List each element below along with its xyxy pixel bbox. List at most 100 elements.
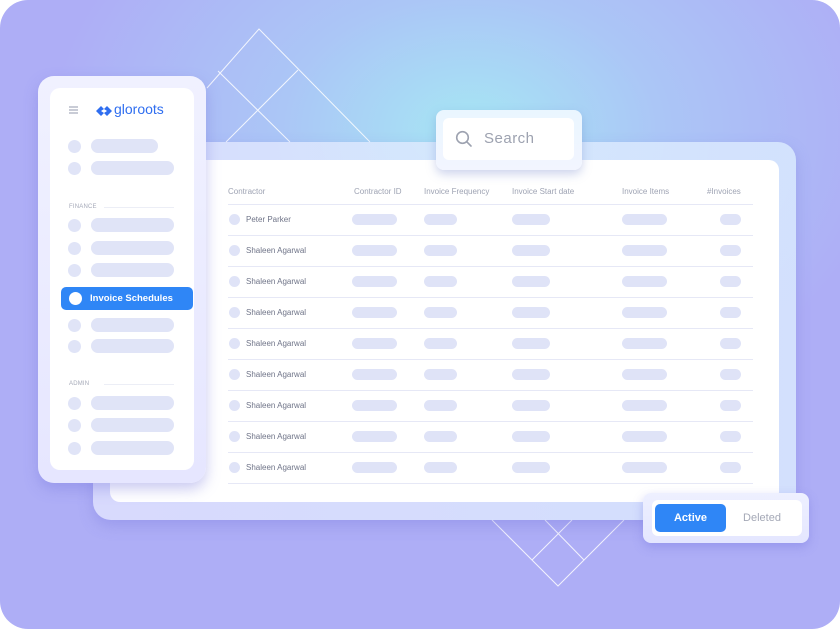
invoice-start-date-placeholder	[512, 276, 550, 287]
invoice-items-placeholder	[622, 307, 667, 318]
invoices-count-placeholder	[720, 431, 741, 442]
contractor-avatar	[229, 431, 240, 442]
sidebar-item-placeholder[interactable]	[91, 418, 174, 432]
contractor-name[interactable]: Shaleen Agarwal	[246, 463, 306, 472]
invoices-count-placeholder	[720, 338, 741, 349]
active-tab-button[interactable]: Active	[655, 504, 726, 532]
invoice-frequency-placeholder	[424, 214, 457, 225]
contractor-name[interactable]: Shaleen Agarwal	[246, 246, 306, 255]
sidebar-item-invoice-schedules[interactable]: Invoice Schedules	[61, 287, 193, 310]
sidebar-item-placeholder[interactable]	[91, 339, 174, 353]
hamburger-menu-icon[interactable]	[69, 106, 78, 114]
column-header-contractor-id[interactable]: Contractor ID	[354, 187, 402, 196]
table-row[interactable]: Shaleen Agarwal	[228, 329, 753, 360]
contractor-name[interactable]: Shaleen Agarwal	[246, 370, 306, 379]
contractor-avatar	[229, 307, 240, 318]
sidebar-item-icon[interactable]	[68, 140, 81, 153]
search-placeholder: Search	[484, 130, 535, 147]
sidebar-item-icon[interactable]	[68, 219, 81, 232]
invoice-items-placeholder	[622, 214, 667, 225]
table-row[interactable]: Shaleen Agarwal	[228, 422, 753, 453]
invoice-frequency-placeholder	[424, 369, 457, 380]
sidebar-item-icon[interactable]	[68, 162, 81, 175]
sidebar-item-placeholder[interactable]	[91, 318, 174, 332]
brand-name: gloroots	[114, 101, 164, 117]
sidebar-item-icon[interactable]	[68, 319, 81, 332]
contractor-name[interactable]: Shaleen Agarwal	[246, 308, 306, 317]
contractor-id-placeholder	[352, 462, 397, 473]
deleted-tab-button[interactable]: Deleted	[727, 504, 797, 532]
sidebar-item-icon[interactable]	[68, 419, 81, 432]
sidebar-item-placeholder[interactable]	[91, 441, 174, 455]
sidebar-item-icon[interactable]	[68, 442, 81, 455]
invoice-start-date-placeholder	[512, 369, 550, 380]
invoice-schedules-table: Contractor Contractor ID Invoice Frequen…	[228, 182, 753, 484]
column-header-invoice-frequency[interactable]: Invoice Frequency	[424, 187, 489, 196]
invoice-frequency-placeholder	[424, 245, 457, 256]
sidebar-item-placeholder[interactable]	[91, 263, 174, 277]
invoice-items-placeholder	[622, 431, 667, 442]
contractor-name[interactable]: Shaleen Agarwal	[246, 401, 306, 410]
sidebar-item-icon[interactable]	[68, 264, 81, 277]
contractor-id-placeholder	[352, 245, 397, 256]
invoice-items-placeholder	[622, 369, 667, 380]
table-row[interactable]: Peter Parker	[228, 205, 753, 236]
contractor-id-placeholder	[352, 431, 397, 442]
table-row[interactable]: Shaleen Agarwal	[228, 267, 753, 298]
sidebar-section-admin: ADMIN	[69, 381, 90, 387]
invoices-count-placeholder	[720, 245, 741, 256]
invoices-count-placeholder	[720, 307, 741, 318]
contractor-name[interactable]: Shaleen Agarwal	[246, 432, 306, 441]
sidebar-item-icon[interactable]	[68, 340, 81, 353]
invoice-start-date-placeholder	[512, 338, 550, 349]
invoice-frequency-placeholder	[424, 431, 457, 442]
table-row[interactable]: Shaleen Agarwal	[228, 236, 753, 267]
contractor-id-placeholder	[352, 338, 397, 349]
invoice-start-date-placeholder	[512, 400, 550, 411]
contractor-id-placeholder	[352, 276, 397, 287]
invoice-frequency-placeholder	[424, 276, 457, 287]
invoice-start-date-placeholder	[512, 462, 550, 473]
contractor-avatar	[229, 214, 240, 225]
invoice-frequency-placeholder	[424, 338, 457, 349]
sidebar-section-finance: FINANCE	[69, 204, 97, 210]
invoices-count-placeholder	[720, 276, 741, 287]
column-header-invoice-items[interactable]: Invoice Items	[622, 187, 669, 196]
contractor-name[interactable]: Shaleen Agarwal	[246, 277, 306, 286]
column-header-invoice-start-date[interactable]: Invoice Start date	[512, 187, 574, 196]
table-row[interactable]: Shaleen Agarwal	[228, 453, 753, 484]
invoice-items-placeholder	[622, 276, 667, 287]
table-row[interactable]: Shaleen Agarwal	[228, 391, 753, 422]
contractor-name[interactable]: Peter Parker	[246, 215, 291, 224]
sidebar-item-icon[interactable]	[68, 242, 81, 255]
invoice-start-date-placeholder	[512, 307, 550, 318]
column-header-contractor[interactable]: Contractor	[228, 187, 265, 196]
contractor-avatar	[229, 276, 240, 287]
sidebar-item-icon[interactable]	[68, 397, 81, 410]
invoices-count-placeholder	[720, 400, 741, 411]
contractor-id-placeholder	[352, 214, 397, 225]
table-body: Peter Parker Shaleen Agarwal Shaleen Agarw…	[228, 205, 753, 484]
invoice-start-date-placeholder	[512, 431, 550, 442]
table-row[interactable]: Shaleen Agarwal	[228, 360, 753, 391]
invoice-items-placeholder	[622, 462, 667, 473]
search-icon	[455, 130, 472, 147]
invoices-count-placeholder	[720, 369, 741, 380]
sidebar-item-placeholder[interactable]	[91, 161, 174, 175]
contractor-id-placeholder	[352, 400, 397, 411]
invoices-count-placeholder	[720, 214, 741, 225]
contractor-id-placeholder	[352, 369, 397, 380]
invoice-schedules-icon	[69, 292, 82, 305]
sidebar-item-placeholder[interactable]	[91, 241, 174, 255]
column-header-invoices-count[interactable]: #Invoices	[707, 187, 741, 196]
contractor-name[interactable]: Shaleen Agarwal	[246, 339, 306, 348]
logo-diamond-icon	[96, 106, 112, 116]
table-row[interactable]: Shaleen Agarwal	[228, 298, 753, 329]
sidebar-item-placeholder[interactable]	[91, 396, 174, 410]
contractor-avatar	[229, 462, 240, 473]
sidebar-item-placeholder[interactable]	[91, 139, 158, 153]
sidebar-item-placeholder[interactable]	[91, 218, 174, 232]
invoice-frequency-placeholder	[424, 462, 457, 473]
section-divider	[104, 207, 174, 208]
invoices-count-placeholder	[720, 462, 741, 473]
